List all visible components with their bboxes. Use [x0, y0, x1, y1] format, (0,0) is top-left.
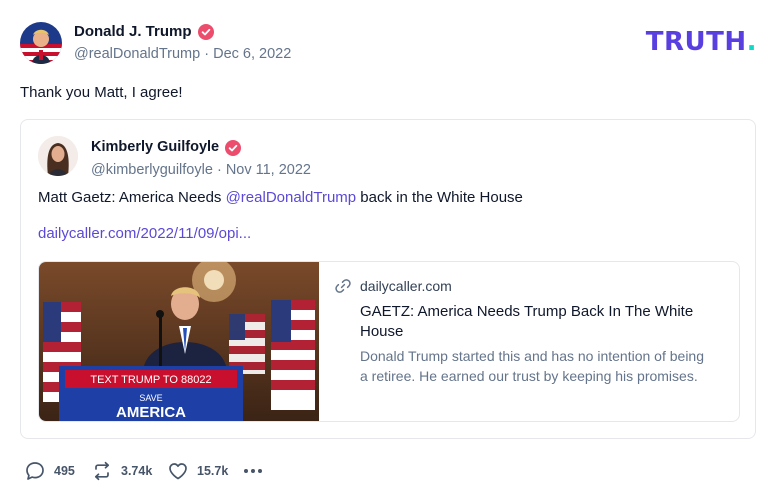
- quote-text-before: Matt Gaetz: America Needs: [38, 189, 226, 206]
- quote-text: Matt Gaetz: America Needs @realDonaldTru…: [38, 189, 523, 206]
- brand-dot: .: [746, 27, 757, 57]
- quote-author-meta: @kimberlyguilfoyle · Nov 11, 2022: [91, 162, 311, 178]
- quote-url-link[interactable]: dailycaller.com/2022/11/09/opi...: [38, 225, 251, 242]
- truth-logo[interactable]: TRUTH.: [646, 27, 757, 57]
- retruth-button[interactable]: 3.74k: [91, 459, 152, 483]
- like-icon: [169, 463, 187, 480]
- quote-date[interactable]: Nov 11, 2022: [226, 162, 311, 178]
- reply-icon: [26, 462, 44, 480]
- quote-author-name[interactable]: Kimberly Guilfoyle: [91, 139, 219, 155]
- preview-title[interactable]: GAETZ: America Needs Trump Back In The W…: [360, 302, 720, 342]
- author-meta: @realDonaldTrump · Dec 6, 2022: [74, 46, 291, 62]
- like-count: 15.7k: [197, 464, 229, 478]
- image-sign-america: AMERICA: [116, 404, 186, 421]
- author-handle[interactable]: @realDonaldTrump: [74, 46, 200, 62]
- verified-badge-icon: [198, 24, 214, 40]
- retruth-icon: [94, 461, 110, 481]
- like-button[interactable]: 15.7k: [167, 459, 228, 483]
- truth-post: Donald J. Trump @realDonaldTrump · Dec 6…: [0, 0, 777, 501]
- reply-button[interactable]: 495: [24, 459, 75, 483]
- mention-link[interactable]: @realDonaldTrump: [226, 189, 357, 206]
- reply-count: 495: [54, 464, 75, 478]
- more-options-button[interactable]: [242, 459, 264, 483]
- meta-separator: ·: [216, 162, 222, 178]
- quote-author-handle[interactable]: @kimberlyguilfoyle: [91, 162, 213, 178]
- preview-domain: dailycaller.com: [360, 278, 452, 294]
- preview-description: Donald Trump started this and has no int…: [360, 348, 704, 384]
- verified-badge-icon: [225, 140, 241, 156]
- preview-image[interactable]: TEXT TRUMP TO 88022 SAVE AMERICA: [39, 262, 319, 421]
- quote-text-after: back in the White House: [356, 189, 523, 206]
- image-sign-save: SAVE: [139, 393, 162, 403]
- quote-author-avatar[interactable]: [38, 136, 78, 176]
- image-sign-text: TEXT TRUMP TO 88022: [90, 374, 211, 386]
- more-icon: [244, 469, 262, 473]
- retruth-count: 3.74k: [121, 464, 153, 478]
- brand-text: TRUTH: [645, 27, 747, 57]
- post-text: Thank you Matt, I agree!: [20, 84, 183, 101]
- quoted-post[interactable]: Kimberly Guilfoyle @kimberlyguilfoyle · …: [20, 119, 756, 439]
- link-icon: [335, 279, 351, 293]
- author-avatar[interactable]: [20, 22, 62, 64]
- author-name[interactable]: Donald J. Trump: [74, 23, 192, 40]
- link-preview-card[interactable]: TEXT TRUMP TO 88022 SAVE AMERICA dailyca…: [38, 261, 740, 422]
- meta-separator: ·: [204, 46, 210, 62]
- post-date[interactable]: Dec 6, 2022: [213, 46, 291, 62]
